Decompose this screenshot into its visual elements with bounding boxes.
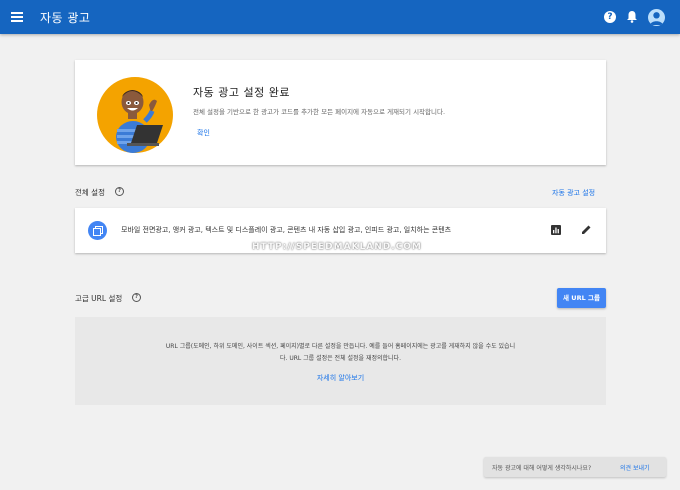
- help-icon[interactable]: ?: [604, 11, 616, 23]
- url-groups-description: URL 그룹(도메인, 하위 도메인, 사이트 섹션, 페이지)별로 다른 설정…: [125, 341, 556, 365]
- setup-complete-title: 자동 광고 설정 완료: [193, 86, 290, 99]
- auto-ads-settings-link[interactable]: 자동 광고 설정: [552, 188, 595, 198]
- advanced-url-help-icon[interactable]: ?: [132, 293, 141, 302]
- bar-chart-icon[interactable]: [551, 225, 561, 235]
- learn-more-link[interactable]: 자세히 알아보기: [75, 373, 606, 383]
- url-groups-description-line-1: URL 그룹(도메인, 하위 도메인, 사이트 섹션, 페이지)별로 다른 설정…: [165, 343, 516, 350]
- top-app-bar: 자동 광고 ?: [0, 0, 680, 34]
- ad-formats-summary: 모바일 전면광고, 앵커 광고, 텍스트 및 디스플레이 광고, 콘텐츠 내 자…: [121, 226, 452, 234]
- account-avatar-icon[interactable]: [648, 9, 665, 26]
- person-with-laptop-illustration: [97, 77, 173, 153]
- feedback-bar: 자동 광고에 대해 어떻게 생각하시나요? 의견 보내기: [484, 457, 666, 477]
- notification-bell-icon[interactable]: [626, 10, 638, 23]
- watermark: HTTP://SPEEDMAKLAND.COM: [252, 242, 422, 252]
- send-feedback-link[interactable]: 의견 보내기: [620, 463, 650, 472]
- feedback-question: 자동 광고에 대해 어떻게 생각하시나요?: [492, 465, 592, 472]
- url-groups-empty-state: URL 그룹(도메인, 하위 도메인, 사이트 섹션, 페이지)별로 다른 설정…: [75, 317, 606, 405]
- edit-pencil-icon[interactable]: [581, 224, 592, 235]
- menu-icon[interactable]: [11, 12, 23, 22]
- new-url-group-button[interactable]: 새 URL 그룹: [557, 288, 606, 308]
- ad-formats-icon: [88, 221, 107, 240]
- url-groups-description-line-2: 다. URL 그룹 설정은 전체 설정을 재정의합니다.: [279, 355, 401, 362]
- confirm-link[interactable]: 확인: [197, 128, 210, 138]
- overall-settings-help-icon[interactable]: ?: [115, 187, 124, 196]
- app-title: 자동 광고: [40, 11, 91, 25]
- setup-complete-card: 자동 광고 설정 완료 전체 설정을 기반으로 한 광고가 코드를 추가한 모든…: [75, 60, 606, 165]
- setup-complete-description: 전체 설정을 기반으로 한 광고가 코드를 추가한 모든 페이지에 자동으로 게…: [193, 108, 446, 116]
- advanced-url-settings-title: 고급 URL 설정: [75, 294, 123, 303]
- overall-settings-title: 전체 설정: [75, 188, 105, 197]
